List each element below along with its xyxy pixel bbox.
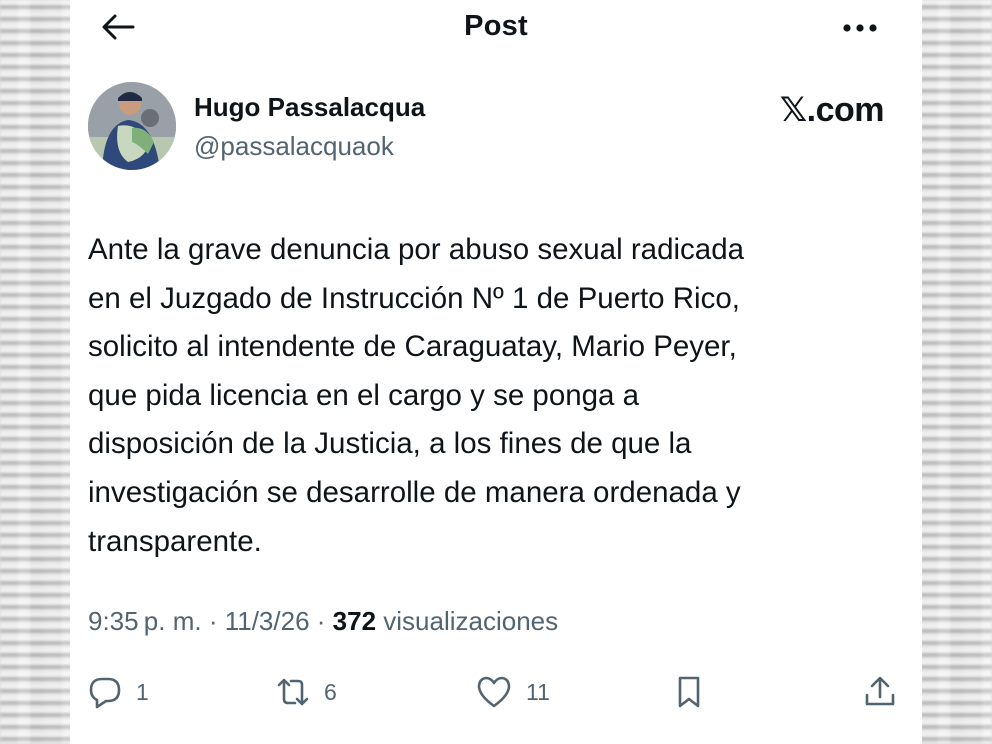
views-count[interactable]: 372 <box>333 606 376 636</box>
share-icon <box>865 676 895 706</box>
more-horizontal-icon[interactable] <box>840 16 880 40</box>
background-left <box>0 0 78 744</box>
meta-separator: · <box>309 606 333 636</box>
post-text-line: Ante la grave denuncia por abuso sexual … <box>88 233 745 266</box>
post-text-line: solicito al intendente de Caraguatay, Ma… <box>88 330 737 364</box>
author-handle[interactable]: @passalacquaok <box>194 131 394 162</box>
views-label[interactable]: visualizaciones <box>376 606 558 636</box>
post-text-line: disposición de la Justicia, a los fines … <box>88 427 692 461</box>
avatar[interactable] <box>88 82 176 170</box>
bookmark-icon <box>678 676 700 708</box>
post-card: Post Hugo Passalacqua @passalacquaok 𝕏.c… <box>70 0 922 744</box>
bookmark-button[interactable] <box>673 672 705 712</box>
repost-icon <box>277 678 309 706</box>
background-right <box>920 0 992 744</box>
share-button[interactable] <box>863 672 897 712</box>
repost-button[interactable]: 6 <box>276 672 337 712</box>
post-text-line: investigación se desarrolle de manera or… <box>88 475 741 509</box>
post-text-line: que pida licencia en el cargo y se ponga… <box>88 378 640 412</box>
author-name[interactable]: Hugo Passalacqua <box>194 92 425 123</box>
like-count: 11 <box>526 678 550 705</box>
post-metadata: 9:35 p. m. · 11/3/26 · 372 visualizacion… <box>88 606 558 637</box>
page-title: Post <box>464 10 528 42</box>
reply-icon <box>89 677 121 709</box>
repost-count: 6 <box>324 678 337 705</box>
meta-separator: · <box>201 606 225 636</box>
reply-count: 1 <box>136 678 149 705</box>
post-text-line: en el Juzgado de Instrucción Nº 1 de Pue… <box>88 281 740 315</box>
heart-icon <box>477 676 511 708</box>
post-time[interactable]: 9:35 p. m. <box>88 606 202 636</box>
post-date[interactable]: 11/3/26 <box>225 606 310 636</box>
like-button[interactable]: 11 <box>476 672 550 712</box>
reply-button[interactable]: 1 <box>88 672 149 712</box>
brand-watermark: 𝕏.com <box>779 91 885 129</box>
post-text-line: transparente. <box>88 524 262 558</box>
post-text: Ante la grave denuncia por abuso sexual … <box>88 226 888 566</box>
